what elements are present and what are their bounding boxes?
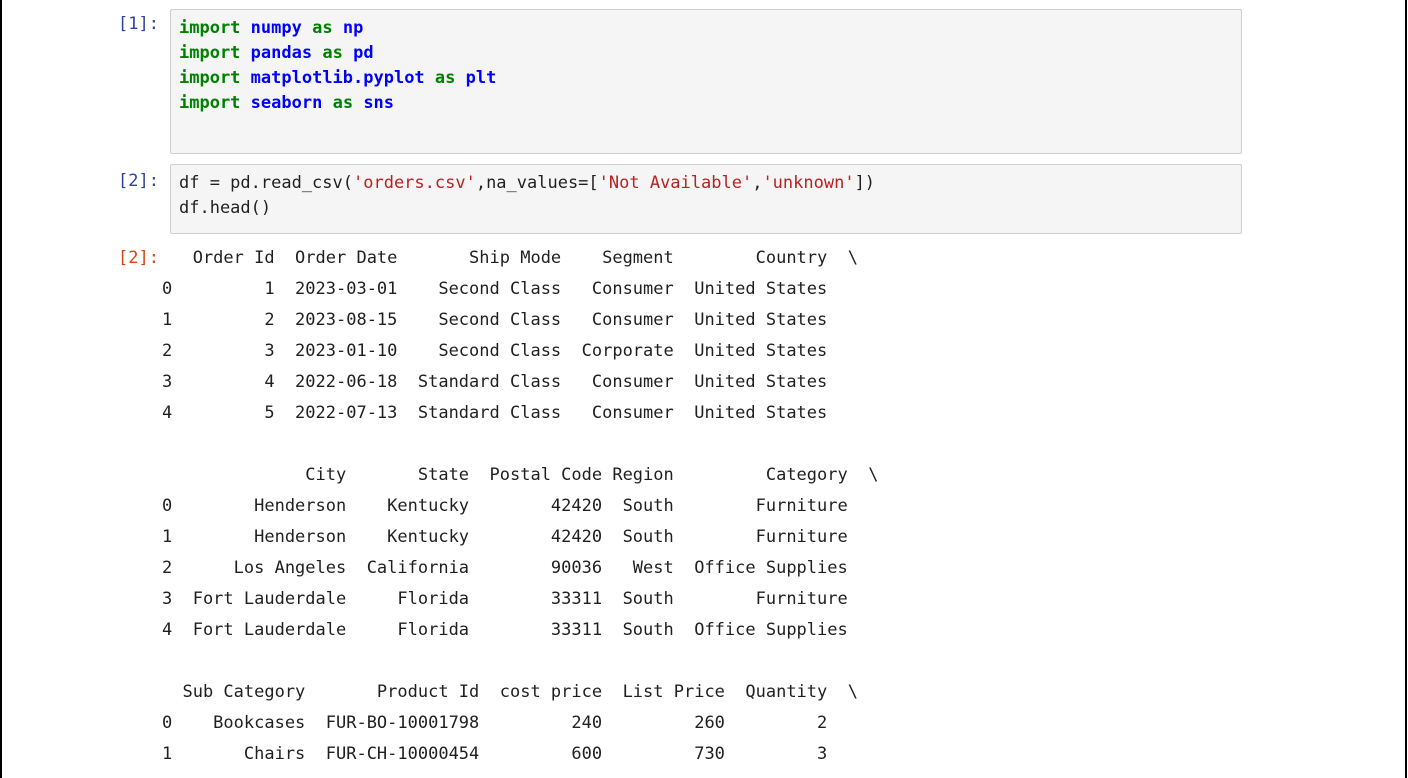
code-token: import [179, 18, 241, 38]
cell-2-input[interactable]: df = pd.read_csv('orders.csv',na_values=… [170, 164, 1242, 234]
cell-1-input[interactable]: import numpy as np import pandas as pd imp… [170, 9, 1242, 154]
code-token: import [179, 93, 241, 113]
output-line: City State Postal Code Region Category \ [162, 465, 879, 485]
output-line: 0 1 2023-03-01 Second Class Consumer Uni… [162, 279, 828, 299]
code-token: import [179, 68, 241, 88]
code-line: import numpy as np [179, 16, 1233, 41]
output-2-text: Order Id Order Date Ship Mode Segment Co… [162, 243, 1262, 770]
right-border [1405, 0, 1407, 778]
code-token: 'Not Available' [598, 173, 753, 193]
code-token: as [322, 43, 343, 63]
code-token: np [342, 18, 364, 38]
code-token: ]) [854, 173, 876, 193]
code-line: import matplotlib.pyplot as plt [179, 66, 1233, 91]
output-line: 2 Los Angeles California 90036 West Offi… [162, 558, 848, 578]
code-token: sns [363, 93, 395, 113]
output-line: 1 Chairs FUR-CH-10000454 600 730 3 [162, 744, 828, 764]
code-token: seaborn [250, 93, 323, 113]
cell-1-prompt: [1]: [118, 14, 159, 34]
code-token: pandas [250, 43, 313, 63]
output-line: 4 Fort Lauderdale Florida 33311 South Of… [162, 620, 848, 640]
output-line: 0 Bookcases FUR-BO-10001798 240 260 2 [162, 713, 828, 733]
output-line: 4 5 2022-07-13 Standard Class Consumer U… [162, 403, 828, 423]
output-line: 3 4 2022-06-18 Standard Class Consumer U… [162, 372, 828, 392]
code-token: matplotlib.pyplot [250, 68, 425, 88]
code-line: df = pd.read_csv('orders.csv',na_values=… [179, 171, 1233, 196]
code-token: ,na_values=[ [475, 173, 599, 193]
output-line: 0 Henderson Kentucky 42420 South Furnitu… [162, 496, 848, 516]
output-line: Order Id Order Date Ship Mode Segment Co… [162, 248, 858, 268]
output-line: 2 3 2023-01-10 Second Class Corporate Un… [162, 341, 828, 361]
code-line: df.head() [179, 196, 1233, 221]
output-line: 1 2 2023-08-15 Second Class Consumer Uni… [162, 310, 828, 330]
notebook: [1]: import numpy as np import pandas as … [0, 0, 1400, 778]
code-token: 'orders.csv' [353, 173, 476, 193]
code-token: 'unknown' [762, 173, 855, 193]
code-token: pd [353, 43, 374, 63]
code-token: , [752, 173, 763, 193]
output-line: 3 Fort Lauderdale Florida 33311 South Fu… [162, 589, 848, 609]
code-token: as [434, 68, 456, 88]
code-token: as [332, 93, 354, 113]
code-token: df = pd.read_csv( [179, 173, 353, 193]
output-line: Sub Category Product Id cost price List … [162, 682, 858, 702]
code-token: df.head() [179, 198, 272, 218]
code-token: as [312, 18, 333, 38]
cell-2-prompt: [2]: [118, 171, 159, 191]
code-line: import seaborn as sns [179, 91, 1233, 116]
code-token: numpy [250, 18, 302, 38]
code-token: plt [465, 68, 497, 88]
code-token: import [179, 43, 241, 63]
code-line: import pandas as pd [179, 41, 1233, 66]
output-line: 1 Henderson Kentucky 42420 South Furnitu… [162, 527, 848, 547]
